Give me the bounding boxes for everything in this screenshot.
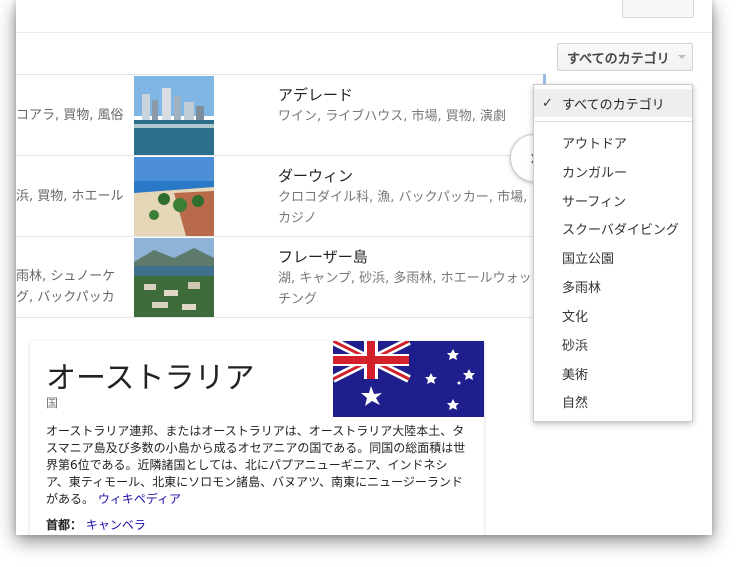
australia-flag-image[interactable] bbox=[331, 337, 484, 417]
knowledge-panel-title: オーストラリア bbox=[46, 361, 255, 396]
search-results-window: すべてのカテゴリ コアラ, 買物, 風俗 アデレード ワイン, ライブハウス, … bbox=[16, 0, 712, 535]
check-icon: ✓ bbox=[542, 95, 553, 111]
wikipedia-link[interactable]: ウィキペディア bbox=[98, 492, 181, 506]
divider bbox=[16, 32, 712, 33]
dropdown-item-label: すべてのカテゴリ bbox=[562, 97, 665, 113]
category-dropdown-menu: ✓ すべてのカテゴリ アウトドア カンガルー サーフィン スクーバダイビング 国… bbox=[533, 84, 693, 422]
dropdown-item-label: 国立公園 bbox=[562, 251, 615, 267]
dropdown-item-label: 多雨林 bbox=[562, 280, 602, 296]
knowledge-panel-subtitle: 国 bbox=[46, 396, 59, 410]
knowledge-panel: オーストラリア 国 オーストラリア連邦、またはオーストラリアは、オーストラリア大… bbox=[30, 337, 484, 535]
dropdown-item-label: カンガルー bbox=[562, 165, 628, 181]
dropdown-item-culture[interactable]: 文化 bbox=[534, 301, 692, 329]
dropdown-item-surfing[interactable]: サーフィン bbox=[534, 186, 692, 214]
top-button[interactable] bbox=[622, 0, 694, 18]
result-tags-darwin: クロコダイル科, 漁, バックパッカー, 市場, カジノ bbox=[278, 190, 528, 226]
dropdown-item-label: サーフィン bbox=[562, 194, 626, 210]
category-filter-button[interactable]: すべてのカテゴリ bbox=[557, 43, 693, 71]
capital-fact: 首都： キャンベラ bbox=[46, 516, 146, 533]
dropdown-item-art[interactable]: 美術 bbox=[534, 359, 692, 387]
result-title-fraser-island[interactable]: フレーザー島 bbox=[278, 246, 368, 267]
divider bbox=[16, 74, 546, 75]
fraser-island-thumbnail[interactable] bbox=[134, 238, 214, 317]
knowledge-panel-description: オーストラリア連邦、またはオーストラリアは、オーストラリア大陸本土、タスマニア島… bbox=[46, 423, 466, 508]
dropdown-item-label: スクーバダイビング bbox=[562, 222, 679, 238]
left-card-text: コアラ, 買物, 風俗 bbox=[16, 105, 128, 126]
category-filter-label: すべてのカテゴリ bbox=[567, 51, 670, 67]
dropdown-item-label: アウトドア bbox=[562, 136, 628, 152]
adelaide-thumbnail[interactable] bbox=[134, 76, 214, 155]
dropdown-item-rainforest[interactable]: 多雨林 bbox=[534, 272, 692, 300]
dropdown-item-label: 文化 bbox=[562, 309, 589, 325]
chevron-down-icon bbox=[677, 55, 686, 59]
divider bbox=[16, 317, 546, 318]
dropdown-item-scuba-diving[interactable]: スクーバダイビング bbox=[534, 214, 692, 242]
dropdown-item-outdoor[interactable]: アウトドア bbox=[534, 128, 692, 156]
left-card-tags-line1: 雨林, シュノーケ bbox=[16, 269, 116, 284]
left-card-tags: コアラ, 買物, 風俗 bbox=[16, 108, 124, 123]
dropdown-item-label: 美術 bbox=[562, 367, 589, 383]
result-title-darwin[interactable]: ダーウィン bbox=[278, 165, 353, 186]
darwin-thumbnail[interactable] bbox=[134, 157, 214, 236]
left-card-text: 浜, 買物, ホエール bbox=[16, 186, 128, 207]
dropdown-item-label: 砂浜 bbox=[562, 338, 589, 354]
left-card-tags: 浜, 買物, ホエール bbox=[16, 189, 124, 204]
left-card-tags-line2: グ, バックパッカ bbox=[16, 290, 115, 305]
left-card-text: 雨林, シュノーケ グ, バックパッカ bbox=[16, 266, 128, 308]
union-jack bbox=[331, 337, 411, 383]
dropdown-item-all-categories[interactable]: ✓ すべてのカテゴリ bbox=[534, 89, 692, 117]
capital-label: 首都： bbox=[46, 518, 83, 532]
dropdown-item-national-park[interactable]: 国立公園 bbox=[534, 243, 692, 271]
dropdown-divider bbox=[534, 121, 692, 122]
dropdown-item-kangaroo[interactable]: カンガルー bbox=[534, 157, 692, 185]
result-tags-adelaide: ワイン, ライブハウス, 市場, 買物, 演劇 bbox=[278, 109, 507, 124]
dropdown-item-nature[interactable]: 自然 bbox=[534, 387, 692, 415]
result-title-adelaide[interactable]: アデレード bbox=[278, 84, 353, 105]
dropdown-item-beach[interactable]: 砂浜 bbox=[534, 330, 692, 358]
capital-link[interactable]: キャンベラ bbox=[86, 518, 146, 532]
dropdown-item-label: 自然 bbox=[562, 395, 589, 411]
divider bbox=[16, 236, 546, 237]
divider bbox=[16, 155, 546, 156]
result-tags-fraser-island: 湖, キャンプ, 砂浜, 多雨林, ホエールウォッチング bbox=[278, 271, 532, 307]
